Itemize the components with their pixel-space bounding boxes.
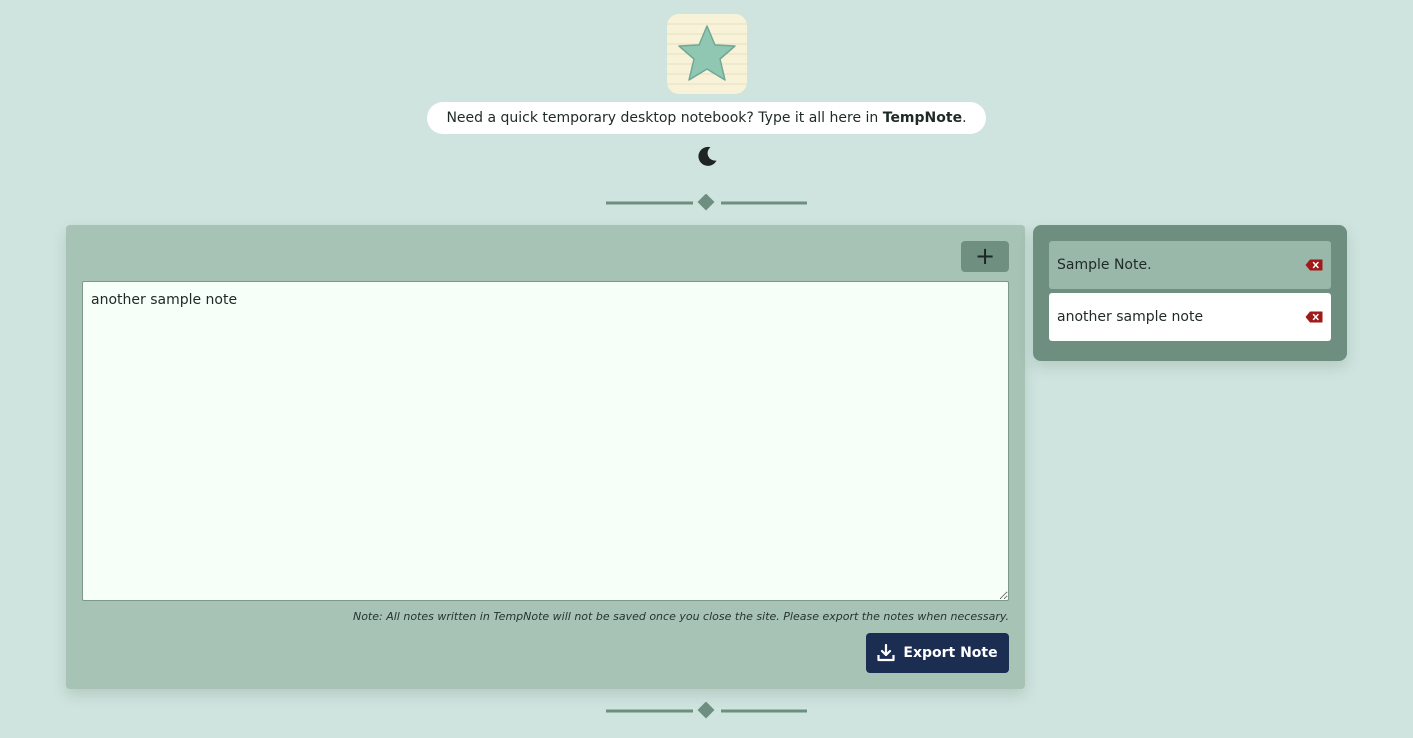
tagline-end: .: [962, 110, 967, 126]
notes-list-panel: Sample Note. another sample note: [1033, 225, 1347, 361]
backspace-delete-icon[interactable]: [1305, 311, 1323, 323]
note-item-title: Sample Note.: [1057, 257, 1152, 273]
note-textarea[interactable]: another sample note: [82, 281, 1009, 601]
tagline-text: Need a quick temporary desktop notebook?…: [446, 110, 883, 126]
note-list-item[interactable]: Sample Note.: [1049, 241, 1331, 289]
note-editor-panel: + another sample note Note: All notes wr…: [66, 225, 1025, 689]
note-item-title: another sample note: [1057, 309, 1204, 325]
ornament-divider-top: [606, 193, 807, 212]
tagline-banner: Need a quick temporary desktop notebook?…: [427, 102, 986, 134]
theme-toggle-moon-icon[interactable]: [695, 144, 719, 168]
backspace-delete-icon[interactable]: [1305, 259, 1323, 271]
app-logo: [667, 14, 747, 94]
add-note-button[interactable]: +: [961, 241, 1009, 272]
export-note-button[interactable]: Export Note: [866, 633, 1009, 673]
star-notepad-logo-icon: [667, 14, 747, 94]
export-notice: Note: All notes written in TempNote will…: [352, 610, 1009, 623]
note-list-item[interactable]: another sample note: [1049, 293, 1331, 341]
download-icon: [877, 644, 895, 662]
ornament-divider-bottom: [606, 701, 807, 720]
brand-name: TempNote: [882, 110, 963, 126]
export-note-label: Export Note: [903, 645, 998, 661]
